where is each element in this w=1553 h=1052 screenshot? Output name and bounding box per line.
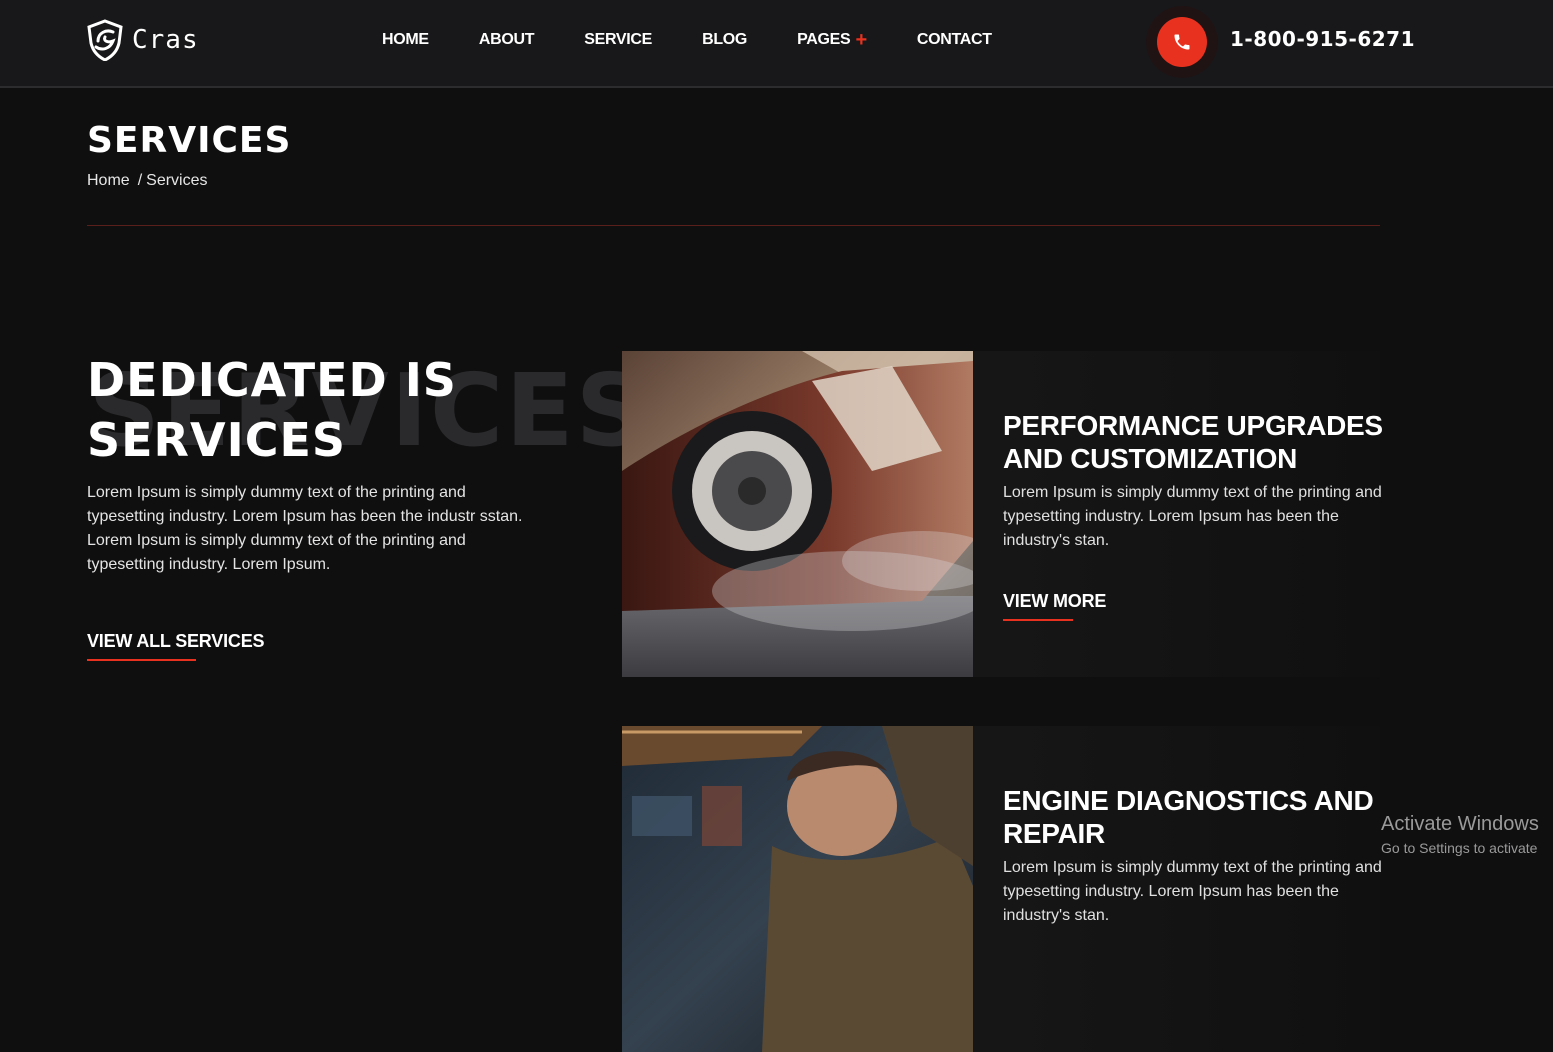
- service-card: ENGINE DIAGNOSTICS AND REPAIR Lorem Ipsu…: [622, 726, 1383, 1052]
- phone-button[interactable]: [1157, 17, 1207, 67]
- nav-about-label: ABOUT: [478, 31, 535, 48]
- breadcrumb-home[interactable]: Home: [87, 172, 130, 189]
- service-title: ENGINE DIAGNOSTICS AND REPAIR: [1003, 785, 1374, 849]
- view-all-services-label: VIEW ALL SERVICES: [87, 631, 265, 651]
- phone-halo: [1146, 6, 1218, 78]
- intro-text: Lorem Ipsum is simply dummy text of the …: [87, 484, 523, 573]
- link-underline: [1003, 619, 1073, 621]
- service-description: Lorem Ipsum is simply dummy text of the …: [1003, 859, 1382, 924]
- nav-home-label: HOME: [382, 31, 429, 48]
- nav-about[interactable]: ABOUT: [478, 31, 535, 49]
- service-image-car: [622, 351, 973, 677]
- nav-contact-label: CONTACT: [916, 31, 992, 48]
- breadcrumb: Home / Services: [87, 172, 208, 190]
- view-more-link[interactable]: VIEW MORE: [1003, 591, 1106, 621]
- view-all-services-link[interactable]: VIEW ALL SERVICES: [87, 631, 265, 661]
- service-image-mechanic: [622, 726, 973, 1052]
- phone-icon: [1174, 34, 1190, 50]
- brand-name: Cras: [132, 25, 199, 55]
- breadcrumb-current: Services: [146, 172, 208, 189]
- intro-heading-line2: SERVICES: [87, 413, 347, 467]
- nav-pages-label: PAGES: [797, 31, 851, 48]
- nav-service[interactable]: SERVICE: [584, 31, 652, 49]
- nav-pages[interactable]: PAGES +: [797, 29, 867, 51]
- site-header: Cras HOME ABOUT SERVICE BLOG PAGES + CONT…: [0, 0, 1553, 88]
- title-divider: [87, 225, 1380, 226]
- nav-contact[interactable]: CONTACT: [917, 31, 992, 49]
- brand-logo[interactable]: Cras: [86, 19, 199, 61]
- service-card: PERFORMANCE UPGRADES AND CUSTOMIZATION L…: [622, 351, 1383, 677]
- link-underline: [87, 659, 196, 661]
- breadcrumb-separator: /: [137, 172, 143, 189]
- service-title: PERFORMANCE UPGRADES AND CUSTOMIZATION: [1003, 410, 1383, 474]
- nav-blog-label: BLOG: [702, 31, 748, 48]
- view-more-label: VIEW MORE: [1003, 591, 1107, 611]
- intro-heading-line1: DEDICATED IS: [87, 353, 457, 407]
- nav-service-label: SERVICE: [584, 31, 653, 48]
- service-description: Lorem Ipsum is simply dummy text of the …: [1003, 484, 1382, 549]
- intro-heading: DEDICATED IS SERVICES: [87, 350, 517, 470]
- plus-icon: +: [855, 29, 867, 51]
- watermark-title: Activate Windows: [1381, 813, 1539, 835]
- nav-blog[interactable]: BLOG: [702, 31, 747, 49]
- service-card-body: ENGINE DIAGNOSTICS AND REPAIR Lorem Ipsu…: [1003, 784, 1383, 928]
- watermark-subtitle: Go to Settings to activate: [1381, 840, 1538, 856]
- phone-number[interactable]: 1-800-915-6271: [1230, 27, 1415, 51]
- shield-logo-icon: [87, 19, 123, 61]
- activate-windows-watermark: Activate Windows Go to Settings to activ…: [1381, 813, 1539, 856]
- main-nav: HOME ABOUT SERVICE BLOG PAGES + CONTACT: [382, 29, 1042, 51]
- page-title: SERVICES: [87, 120, 292, 161]
- nav-home[interactable]: HOME: [382, 31, 429, 49]
- service-card-body: PERFORMANCE UPGRADES AND CUSTOMIZATION L…: [1003, 409, 1383, 621]
